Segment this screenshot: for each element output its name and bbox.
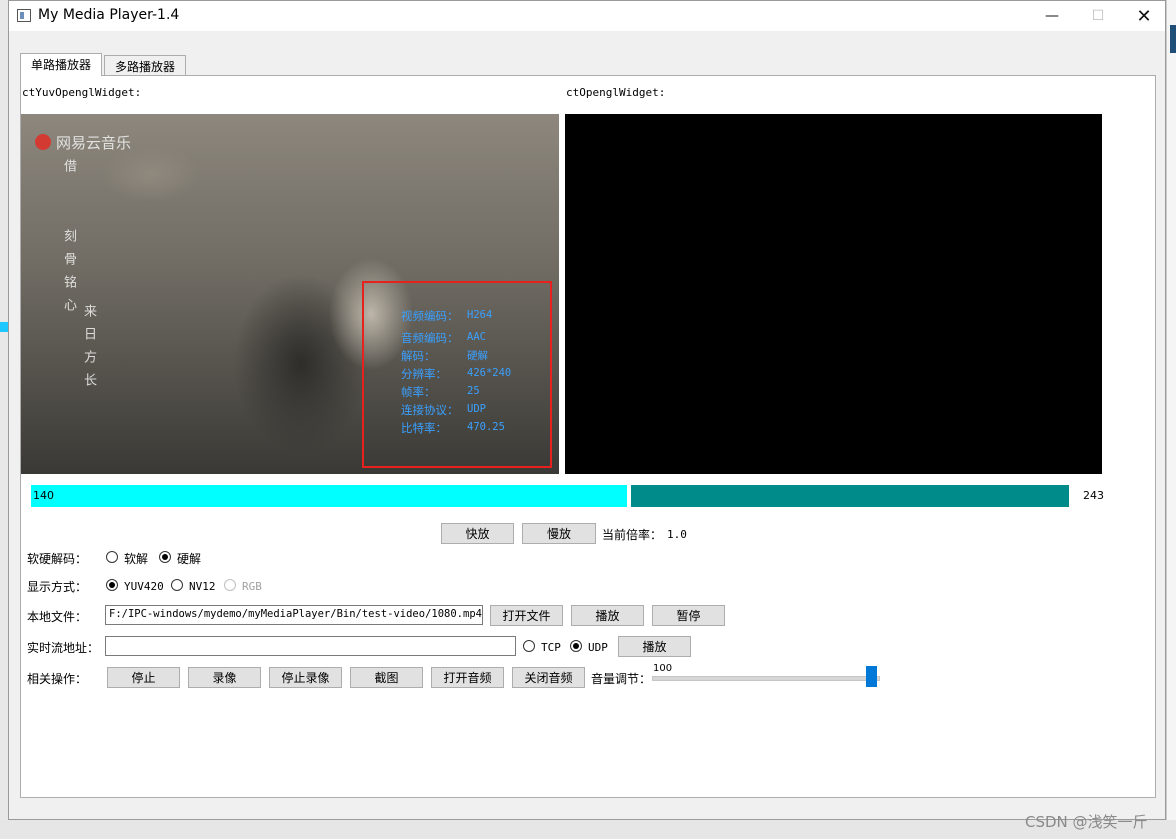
nv12-radio[interactable]	[171, 579, 183, 591]
record-button[interactable]: 录像	[188, 667, 261, 688]
progress-current: 140	[33, 489, 54, 502]
volume-slider-track[interactable]	[652, 676, 880, 681]
stop-button[interactable]: 停止	[107, 667, 180, 688]
local-file-path-input[interactable]: F:/IPC-windows/mydemo/myMediaPlayer/Bin/…	[105, 605, 483, 625]
background-window-right	[1166, 0, 1176, 839]
local-file-label: 本地文件：	[27, 610, 88, 624]
stop-record-button[interactable]: 停止录像	[269, 667, 342, 688]
info-label: 视频编码：	[401, 309, 459, 323]
video-vertical-text: 借	[61, 159, 76, 182]
title-bar: My Media Player-1.4 — ☐ ✕	[9, 1, 1165, 31]
progress-played[interactable]: 140	[31, 485, 627, 507]
info-value: 470.25	[467, 421, 505, 433]
info-value: H264	[467, 309, 493, 321]
local-play-button[interactable]: 播放	[571, 605, 644, 626]
info-label: 比特率：	[401, 421, 447, 435]
yuv-video-view[interactable]: 网易云音乐 借 刻骨铭心 来日方长 视频编码： H264 音频编码： AAC 解…	[21, 114, 559, 474]
progress-total: 243	[1083, 489, 1104, 502]
hard-decode-radio[interactable]	[159, 551, 171, 563]
info-value: AAC	[467, 331, 486, 343]
info-value: 25	[467, 385, 480, 397]
info-value: UDP	[467, 403, 486, 415]
video-logo-text: 网易云音乐	[56, 134, 132, 152]
rate-label: 当前倍率：	[602, 528, 663, 542]
tcp-radio[interactable]	[523, 640, 535, 652]
progress-remaining[interactable]	[631, 485, 1069, 507]
close-audio-button[interactable]: 关闭音频	[512, 667, 585, 688]
udp-radio[interactable]	[570, 640, 582, 652]
nv12-text: NV12	[189, 580, 216, 593]
info-value: 426*240	[467, 367, 512, 379]
background-taskbar-strip	[0, 820, 1176, 839]
tab-multi-player[interactable]: 多路播放器	[104, 55, 187, 75]
close-button[interactable]: ✕	[1121, 1, 1167, 31]
info-value: 硬解	[467, 350, 488, 362]
main-window: My Media Player-1.4 — ☐ ✕ 单路播放器 多路播放器 ct…	[8, 0, 1166, 820]
minimize-button[interactable]: —	[1029, 1, 1075, 31]
info-label: 音频编码：	[401, 331, 459, 345]
rgb-radio	[224, 579, 236, 591]
yuv420-radio[interactable]	[106, 579, 118, 591]
csdn-watermark: CSDN @浅笑一斤	[1025, 813, 1148, 831]
decode-label: 软硬解码：	[27, 552, 88, 566]
video-vertical-text: 刻骨铭心	[61, 229, 76, 321]
app-icon	[17, 9, 31, 22]
maximize-button[interactable]: ☐	[1075, 1, 1121, 31]
pause-button[interactable]: 暂停	[652, 605, 725, 626]
stream-url-label: 实时流地址：	[27, 641, 100, 655]
netease-logo-icon	[35, 134, 51, 150]
rate-value: 1.0	[667, 528, 687, 541]
udp-text: UDP	[588, 641, 608, 654]
open-audio-button[interactable]: 打开音频	[431, 667, 504, 688]
info-label: 帧率：	[401, 385, 436, 399]
info-label: 解码：	[401, 349, 436, 363]
yuv420-text: YUV420	[124, 580, 164, 593]
background-accent-bar	[1170, 25, 1176, 53]
yuv-widget-label: ctYuvOpenglWidget:	[22, 86, 142, 99]
tcp-text: TCP	[541, 641, 561, 654]
background-accent	[0, 322, 8, 332]
ops-label: 相关操作：	[27, 672, 88, 686]
stream-play-button[interactable]: 播放	[618, 636, 691, 657]
soft-decode-text: 软解	[124, 552, 149, 566]
opengl-widget-label: ctOpenglWidget:	[566, 86, 666, 99]
background-window-left	[0, 0, 8, 839]
snapshot-button[interactable]: 截图	[350, 667, 423, 688]
volume-value: 100	[653, 663, 673, 674]
rgb-text: RGB	[242, 580, 262, 593]
hard-decode-text: 硬解	[177, 552, 202, 566]
tab-single-player[interactable]: 单路播放器	[20, 53, 103, 76]
fast-play-button[interactable]: 快放	[441, 523, 514, 544]
info-label: 连接协议：	[401, 403, 459, 417]
slow-play-button[interactable]: 慢放	[522, 523, 596, 544]
info-label: 分辨率：	[401, 367, 447, 381]
display-label: 显示方式：	[27, 580, 88, 594]
video-vertical-text: 来日方长	[81, 304, 96, 396]
volume-slider-handle[interactable]	[866, 666, 877, 687]
volume-label: 音量调节：	[591, 672, 652, 686]
window-title: My Media Player-1.4	[38, 7, 180, 23]
stream-url-input[interactable]	[105, 636, 516, 656]
soft-decode-radio[interactable]	[106, 551, 118, 563]
opengl-video-view[interactable]	[565, 114, 1102, 474]
open-file-button[interactable]: 打开文件	[490, 605, 563, 626]
